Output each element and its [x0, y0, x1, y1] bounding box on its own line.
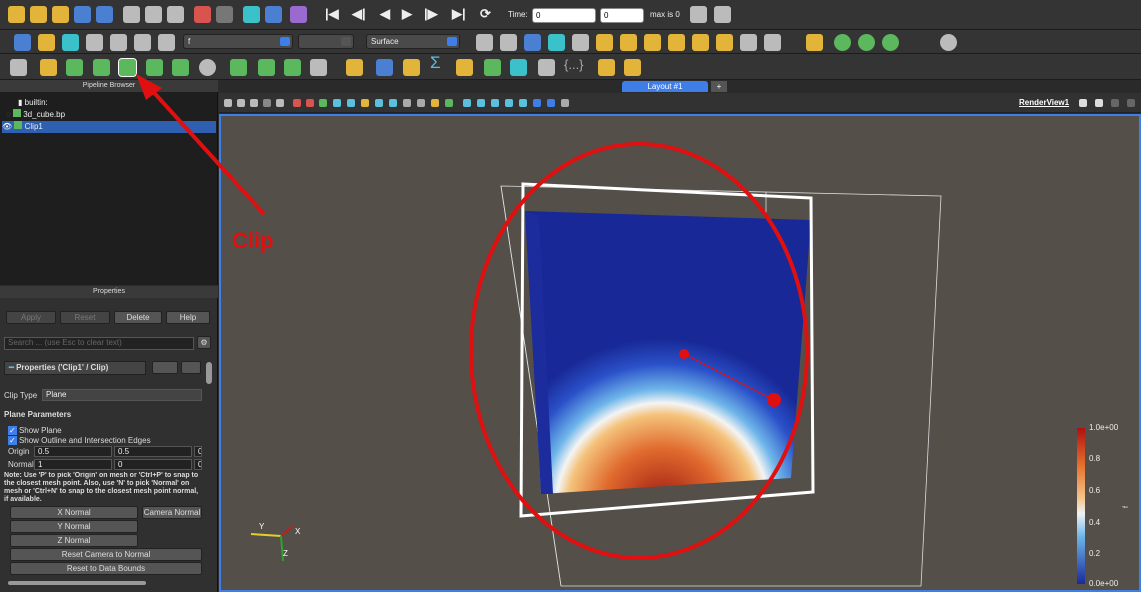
- annotation-clip-label: Clip: [232, 228, 274, 253]
- annotation-overlay: [136, 74, 266, 216]
